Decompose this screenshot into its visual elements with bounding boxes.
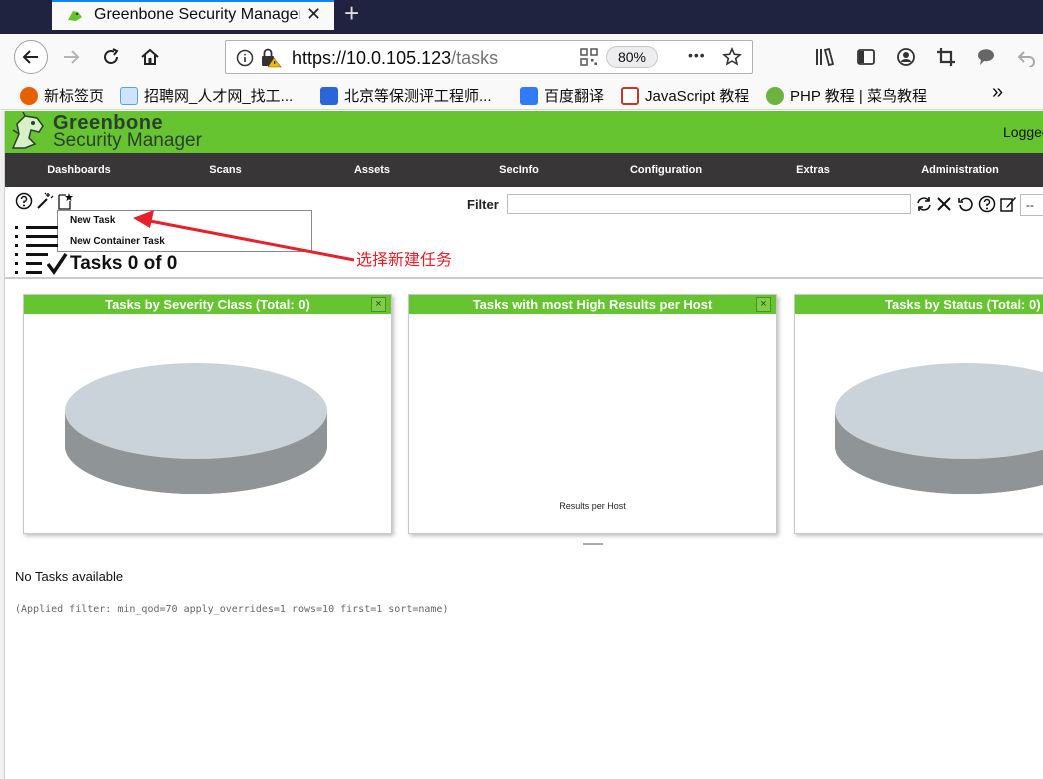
url-host: https://10.0.105.123 [292, 48, 452, 68]
menu-dashboards[interactable]: Dashboards [5, 153, 153, 187]
applied-filter-text: (Applied filter: min_qod=70 apply_overri… [15, 604, 449, 615]
menu-administration[interactable]: Administration [886, 153, 1034, 187]
empty-pie-chart [835, 363, 1043, 494]
url-path: /tasks [451, 48, 499, 68]
undo-arrow-icon[interactable] [1016, 47, 1036, 67]
reload-button[interactable] [96, 42, 126, 72]
edit-filter-icon[interactable] [999, 195, 1017, 213]
bookmark-label: JavaScript 教程 [645, 88, 750, 105]
home-button[interactable] [135, 42, 165, 72]
url-bar[interactable]: https://10.0.105.123/tasks 80% ••• [225, 40, 753, 74]
bookmarks-toolbar: 新标签页 招聘网_人才网_找工... 北京等保测评工程师... 百度翻译 Jav… [0, 80, 1043, 110]
sidebar-icon[interactable] [856, 47, 876, 67]
back-arrow-icon [22, 50, 38, 64]
bookmarks-overflow-button[interactable]: » [992, 81, 1003, 104]
title-divider [5, 277, 1043, 279]
browser-tab-strip: Greenbone Security Manager ✕ + [0, 0, 1043, 34]
panel-title: Tasks by Status (Total: 0) [795, 295, 1043, 314]
filter-input[interactable] [507, 194, 911, 214]
zoom-level-badge[interactable]: 80% [606, 46, 658, 68]
menu-configuration[interactable]: Configuration [592, 153, 740, 187]
bookmark-baidu-translate[interactable]: 百度翻译 [520, 85, 604, 106]
new-tab-button[interactable]: + [344, 0, 359, 26]
menu-scans[interactable]: Scans [153, 153, 298, 187]
dashboard-resize-handle[interactable] [583, 543, 603, 545]
tab-close-icon[interactable]: ✕ [306, 4, 321, 25]
panel-title: Tasks with most High Results per Host [409, 295, 776, 314]
back-button[interactable] [14, 40, 48, 74]
screenshot-crop-icon[interactable] [936, 47, 956, 67]
library-icon[interactable] [814, 47, 836, 67]
severity-class-chart-panel: Tasks by Severity Class (Total: 0) × [23, 294, 392, 534]
bookmark-recruitment[interactable]: 招聘网_人才网_找工... [120, 85, 293, 106]
panel-close-icon[interactable]: × [756, 297, 771, 312]
window-edge [0, 111, 5, 779]
home-icon [141, 48, 159, 65]
help-icon[interactable] [15, 192, 33, 210]
reload-icon [104, 48, 119, 64]
logged-in-text: Logged [1003, 124, 1043, 140]
empty-pie-chart [65, 363, 327, 494]
menu-secinfo[interactable]: SecInfo [446, 153, 592, 187]
chart-caption: Results per Host [559, 501, 626, 511]
translate-icon [520, 86, 538, 105]
filter-label: Filter [467, 197, 499, 212]
reset-filter-icon[interactable] [957, 195, 975, 213]
task-list-icon [15, 226, 68, 276]
browser-tab[interactable]: Greenbone Security Manager ✕ [52, 0, 334, 30]
filter-help-icon[interactable] [978, 195, 996, 213]
new-task-star-icon[interactable] [56, 192, 74, 210]
url-text: https://10.0.105.123/tasks [292, 48, 498, 69]
main-menu: Dashboards Scans Assets SecInfo Configur… [5, 153, 1043, 187]
panel-title: Tasks by Severity Class (Total: 0) [24, 295, 391, 314]
qr-code-icon[interactable] [580, 48, 598, 66]
bookmark-label: 招聘网_人才网_找工... [144, 88, 294, 105]
bookmark-label: PHP 教程 | 菜鸟教程 [790, 88, 927, 105]
bookmark-php-tutorial[interactable]: PHP 教程 | 菜鸟教程 [766, 85, 927, 106]
menu-extras[interactable]: Extras [740, 153, 886, 187]
remove-filter-icon[interactable] [935, 195, 953, 213]
bookmark-label: 新标签页 [44, 88, 105, 105]
wizard-wand-icon[interactable] [36, 192, 54, 210]
bookmark-label: 北京等保测评工程师... [344, 88, 492, 105]
tab-title: Greenbone Security Manager [94, 6, 300, 23]
refresh-filter-icon[interactable] [915, 195, 933, 213]
runoob-icon [621, 86, 639, 105]
menu-assets[interactable]: Assets [298, 153, 446, 187]
gsm-header: Greenbone Security Manager Logged [5, 111, 1043, 153]
high-results-per-host-panel: Tasks with most High Results per Host × … [408, 294, 777, 534]
greenbone-dragon-logo-icon[interactable] [9, 112, 51, 152]
bookmark-security-jobs[interactable]: 北京等保测评工程师... [320, 85, 492, 106]
bookmark-javascript-tutorial[interactable]: JavaScript 教程 [621, 85, 749, 106]
account-icon[interactable] [896, 47, 916, 67]
bookmark-new-tab[interactable]: 新标签页 [20, 85, 104, 106]
forward-arrow-icon [64, 50, 80, 64]
panel-close-icon[interactable]: × [371, 297, 386, 312]
php-icon [766, 86, 784, 105]
firefox-icon [20, 86, 38, 105]
new-container-task-menu-item[interactable]: New Container Task [70, 236, 165, 247]
page-actions-menu[interactable]: ••• [688, 47, 706, 63]
logo-subtitle: Security Manager [53, 130, 202, 151]
annotation-label: 选择新建任务 [356, 252, 453, 269]
filter-select[interactable]: -- [1020, 194, 1043, 216]
greenbone-favicon-icon [68, 11, 82, 21]
hand-icon [120, 86, 138, 105]
status-chart-panel: Tasks by Status (Total: 0) [794, 294, 1043, 534]
new-task-dropdown: New Task New Container Task [57, 210, 312, 252]
bookmark-label: 百度翻译 [544, 88, 605, 105]
browser-navbar: https://10.0.105.123/tasks 80% ••• [0, 34, 1043, 80]
new-task-menu-item[interactable]: New Task [70, 215, 115, 226]
insecure-lock-icon[interactable] [260, 48, 282, 68]
site-icon [320, 86, 338, 105]
bookmark-star-icon[interactable] [722, 47, 742, 67]
info-icon[interactable] [236, 49, 254, 67]
chat-bubble-icon[interactable] [976, 47, 996, 67]
empty-state-text: No Tasks available [15, 569, 124, 584]
forward-button[interactable] [56, 42, 86, 72]
page-title: Tasks 0 of 0 [70, 253, 178, 274]
